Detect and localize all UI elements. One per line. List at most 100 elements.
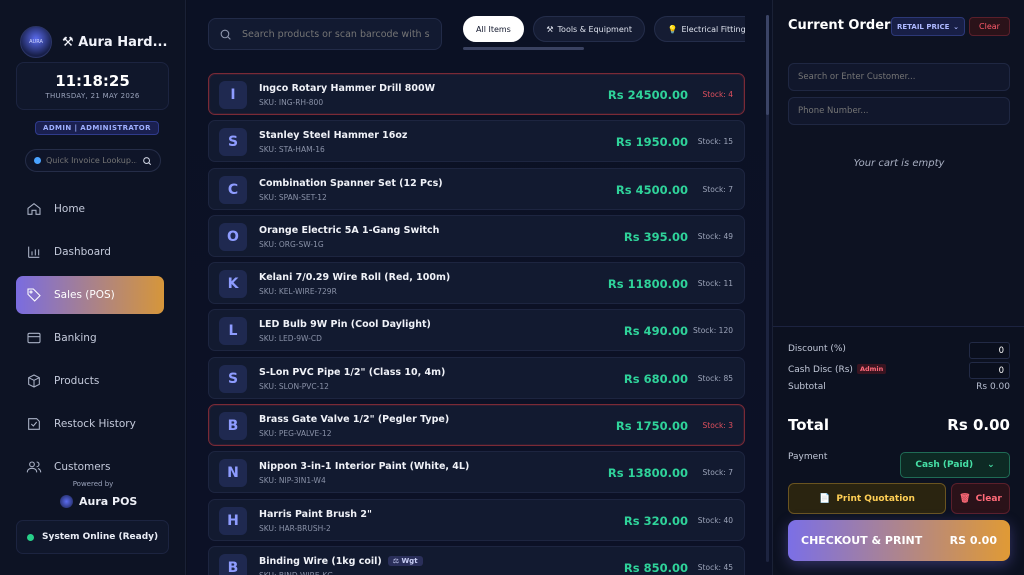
product-sku: SKU: NIP-3IN1-W4	[259, 476, 326, 486]
scrollbar-thumb[interactable]	[766, 15, 769, 115]
sidebar-item-home[interactable]: Home	[16, 190, 164, 228]
brand-name: ⚒ Aura Hard...	[62, 34, 168, 50]
clear-order-button[interactable]: Clear	[969, 17, 1010, 36]
brand[interactable]: AURA ⚒ Aura Hard...	[20, 26, 167, 58]
trash-icon: 🗑	[959, 493, 971, 504]
product-card[interactable]: I Ingco Rotary Hammer Drill 800W SKU: ING-…	[208, 73, 745, 115]
phone-input[interactable]	[798, 106, 1000, 116]
product-stock: Stock: 11	[697, 279, 733, 289]
product-card[interactable]: N Nippon 3-in-1 Interior Paint (White, 4L…	[208, 451, 745, 494]
customer-field[interactable]	[788, 63, 1010, 91]
quick-lookup-input[interactable]	[46, 156, 137, 165]
chevron-down-icon: ⌄	[953, 22, 959, 31]
status-dot-icon	[27, 533, 34, 541]
product-search-input[interactable]	[242, 28, 431, 40]
product-price: Rs 320.00	[623, 513, 688, 528]
product-stock: Stock: 120	[693, 326, 733, 336]
sidebar-item-label: Home	[54, 203, 86, 215]
users-icon	[26, 461, 42, 473]
category-scrollbar[interactable]	[463, 47, 584, 50]
discount-input[interactable]	[969, 342, 1010, 359]
product-card[interactable]: B Binding Wire (1kg coil)⚖ Wgt SKU: BIND-W…	[208, 545, 745, 575]
price-mode-select[interactable]: RETAIL PRICE ⌄	[891, 17, 965, 36]
clear-cart-button[interactable]: 🗑 Clear	[951, 483, 1010, 514]
product-name: Ingco Rotary Hammer Drill 800W	[259, 83, 436, 94]
search-icon	[220, 29, 231, 40]
admin-tag: Admin	[856, 364, 887, 374]
product-price: Rs 850.00	[623, 560, 688, 575]
customer-input[interactable]	[798, 72, 1000, 82]
sidebar-item-sales-pos[interactable]: Sales (POS)	[16, 276, 164, 314]
tag-icon	[27, 288, 41, 302]
product-card[interactable]: L LED Bulb 9W Pin (Cool Daylight) SKU: LED…	[208, 309, 745, 352]
cash-disc-input[interactable]	[969, 362, 1010, 379]
bulb-icon: 💡	[667, 24, 678, 34]
checkout-print-button[interactable]: CHECKOUT & PRINT RS 0.00	[788, 520, 1010, 561]
product-price: Rs 395.00	[623, 229, 688, 244]
product-price: Rs 1950.00	[615, 135, 688, 150]
subtotal-value: Rs 0.00	[976, 382, 1010, 392]
sidebar-item-products[interactable]: Products	[16, 362, 164, 400]
tab-tools-equipment[interactable]: ⚒ Tools & Equipment	[533, 16, 645, 42]
box-icon	[28, 374, 40, 388]
product-price: Rs 680.00	[623, 371, 688, 386]
product-stock: Stock: 40	[697, 515, 733, 525]
product-card[interactable]: H Harris Paint Brush 2" SKU: HAR-BRUSH-2 Rs…	[208, 498, 745, 541]
product-stock: Stock: 45	[697, 562, 733, 572]
product-card[interactable]: K Kelani 7/0.29 Wire Roll (Red, 100m) SKU:…	[208, 262, 745, 305]
product-card[interactable]: B Brass Gate Valve 1/2" (Pegler Type) SKU:…	[208, 404, 745, 447]
checkout-label: CHECKOUT & PRINT	[801, 534, 923, 547]
product-stock: Stock: 4	[702, 90, 733, 99]
product-name: Brass Gate Valve 1/2" (Pegler Type)	[259, 414, 450, 426]
home-icon	[27, 202, 41, 215]
tab-electrical-fitting[interactable]: 💡 Electrical Fitting	[654, 16, 745, 42]
tab-all-items[interactable]: All Items	[463, 16, 524, 42]
product-sku: SKU: BIND-WIRE-KG	[259, 571, 333, 575]
product-initial: I	[219, 81, 247, 109]
payment-method-select[interactable]: Cash (Paid) ⌄	[900, 452, 1010, 478]
role-badge: ADMIN | ADMINISTRATOR	[35, 121, 159, 135]
product-initial: L	[219, 317, 247, 346]
product-stock: Stock: 85	[697, 373, 733, 383]
product-sku: SKU: HAR-BRUSH-2	[259, 523, 331, 533]
system-status-text: System Online (Ready)	[42, 532, 159, 542]
sidebar-item-banking[interactable]: Banking	[16, 319, 164, 357]
payment-label: Payment	[788, 452, 828, 462]
product-area: All Items ⚒Tools & Equipment 💡Electrical…	[187, 0, 772, 575]
product-initial: N	[219, 459, 247, 488]
search-icon[interactable]	[142, 156, 152, 166]
category-tabs: All Items ⚒ Tools & Equipment 💡 Electrical…	[463, 16, 745, 42]
product-price: Rs 4500.00	[615, 182, 688, 197]
order-panel: Current Order RETAIL PRICE⌄ Clear Your c…	[772, 0, 1024, 575]
print-quotation-button[interactable]: 📄 Print Quotation	[788, 483, 946, 514]
product-stock: Stock: 15	[697, 137, 733, 147]
product-list-scrollbar[interactable]	[766, 15, 769, 562]
powered-by-name: Aura POS	[60, 495, 137, 508]
quick-invoice-lookup[interactable]	[25, 149, 161, 172]
product-name: Nippon 3-in-1 Interior Paint (White, 4L)	[259, 461, 470, 473]
product-card[interactable]: S Stanley Steel Hammer 16oz SKU: STA-HAM-1…	[208, 120, 745, 163]
product-stock: Stock: 7	[702, 468, 733, 478]
product-card[interactable]: C Combination Spanner Set (12 Pcs) SKU: SP…	[208, 167, 745, 210]
product-name: LED Bulb 9W Pin (Cool Daylight)	[259, 319, 431, 331]
sidebar-item-label: Products	[54, 375, 100, 387]
product-initial: B	[219, 553, 247, 575]
product-card[interactable]: S S-Lon PVC Pipe 1/2" (Class 10, 4m) SKU: …	[208, 356, 745, 399]
sidebar-item-label: Sales (POS)	[54, 289, 115, 301]
product-stock: Stock: 49	[697, 231, 733, 241]
product-initial: K	[219, 270, 247, 299]
product-card[interactable]: O Orange Electric 5A 1-Gang Switch SKU: OR…	[208, 214, 745, 257]
chart-icon	[28, 246, 40, 258]
sidebar-item-restock-history[interactable]: Restock History	[16, 405, 164, 443]
cash-disc-label: Cash Disc (Rs) Admin	[788, 364, 887, 375]
history-icon	[28, 418, 40, 430]
product-price: Rs 490.00	[623, 324, 688, 339]
product-search[interactable]	[208, 18, 442, 50]
clock-widget: 11:18:25 THURSDAY, 21 MAY 2026	[16, 62, 169, 110]
product-initial: B	[219, 412, 247, 441]
product-price: Rs 11800.00	[607, 277, 688, 292]
sidebar-item-dashboard[interactable]: Dashboard	[16, 233, 164, 271]
clock-date: THURSDAY, 21 MAY 2026	[45, 92, 140, 100]
phone-field[interactable]	[788, 97, 1010, 125]
sidebar-item-label: Customers	[54, 461, 111, 473]
